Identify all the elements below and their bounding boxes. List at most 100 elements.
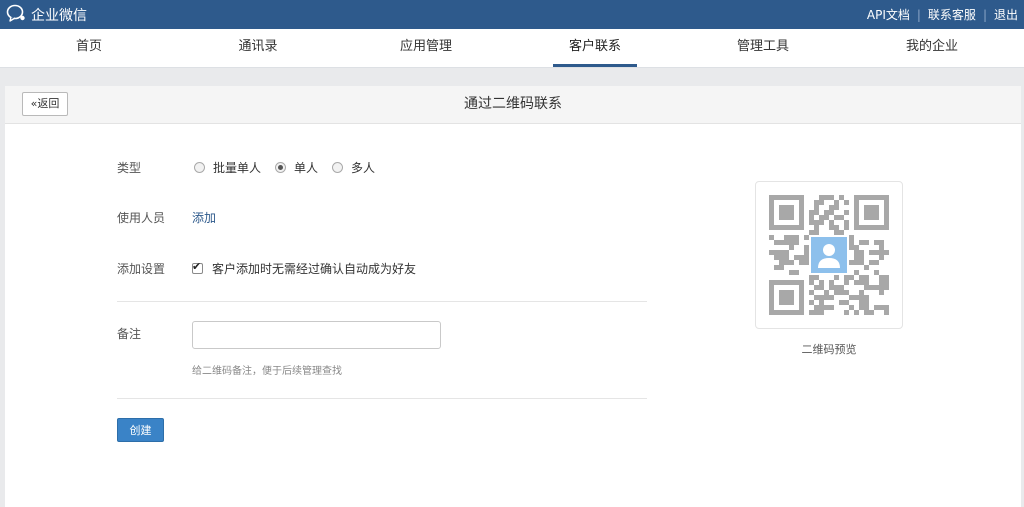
qr-module — [844, 300, 849, 305]
qr-module — [774, 255, 779, 260]
qr-module — [859, 290, 864, 295]
qr-module — [774, 250, 779, 255]
nav-tab-my-enterprise[interactable]: 我的企业 — [890, 29, 974, 67]
radio-batch-single-label[interactable]: 批量单人 — [213, 159, 261, 176]
note-input[interactable] — [192, 321, 441, 349]
qr-module — [844, 200, 849, 205]
top-link-divider: | — [916, 7, 921, 22]
qr-module — [854, 295, 859, 300]
qr-module — [869, 260, 874, 265]
qr-module — [849, 240, 854, 245]
create-button[interactable]: 创建 — [117, 418, 164, 442]
qr-module — [794, 255, 799, 260]
page-title: 通过二维码联系 — [464, 96, 562, 112]
qr-module — [819, 310, 824, 315]
radio-multiple-label[interactable]: 多人 — [351, 159, 375, 176]
radio-multiple[interactable] — [332, 162, 344, 173]
qr-module — [884, 310, 889, 315]
nav-tab-apps[interactable]: 应用管理 — [384, 29, 468, 67]
radio-batch-single[interactable] — [194, 162, 205, 173]
qr-module — [829, 305, 834, 310]
qr-module — [834, 285, 839, 290]
qr-module — [844, 275, 849, 280]
main-nav: 首页 通讯录 应用管理 客户联系 管理工具 我的企业 — [0, 29, 1024, 68]
qr-module — [859, 280, 864, 285]
qr-module — [874, 285, 879, 290]
qr-module — [819, 285, 824, 290]
qr-module — [859, 275, 864, 280]
qr-module — [824, 290, 829, 295]
qr-module — [809, 290, 814, 295]
qr-module — [869, 250, 874, 255]
qr-module — [774, 240, 779, 245]
top-links: API文档 | 联系客服 | 退出 — [867, 0, 1018, 29]
qr-module — [864, 305, 869, 310]
qr-module — [824, 210, 829, 215]
chat-bubbles-icon — [6, 4, 26, 26]
qr-module — [859, 305, 864, 310]
qr-code-image — [769, 195, 889, 315]
auto-accept-option: ✔ 客户添加时无需经过确认自动成为好友 — [192, 260, 416, 277]
qr-module — [819, 300, 824, 305]
auto-accept-label[interactable]: 客户添加时无需经过确认自动成为好友 — [212, 260, 416, 277]
qr-module — [879, 245, 884, 250]
radio-single-label[interactable]: 单人 — [294, 159, 318, 176]
qr-module — [814, 230, 819, 235]
nav-tab-contacts[interactable]: 通讯录 — [216, 29, 300, 67]
radio-single[interactable] — [275, 162, 287, 173]
qr-module — [784, 235, 789, 240]
qr-module — [874, 260, 879, 265]
qr-finder-pattern — [864, 205, 879, 220]
qr-module — [854, 250, 859, 255]
qr-module — [809, 310, 814, 315]
form-divider — [117, 398, 647, 399]
qr-module — [814, 200, 819, 205]
qr-module — [854, 255, 859, 260]
qr-module — [884, 250, 889, 255]
qr-module — [849, 275, 854, 280]
qr-module — [874, 305, 879, 310]
qr-module — [834, 205, 839, 210]
qr-module — [814, 205, 819, 210]
content-panel: 通过二维码联系 «返回 类型 批量单人 单人 多人 使用人员 添加 添加设置 ✔… — [5, 86, 1021, 507]
qr-module — [769, 235, 774, 240]
qr-module — [834, 275, 839, 280]
qr-module — [864, 275, 869, 280]
qr-module — [829, 205, 834, 210]
qr-module — [884, 275, 889, 280]
qr-module — [829, 220, 834, 225]
nav-tab-management-tools[interactable]: 管理工具 — [721, 29, 805, 67]
qr-module — [879, 285, 884, 290]
qr-module — [809, 230, 814, 235]
api-docs-link[interactable]: API文档 — [867, 6, 910, 23]
nav-tab-home[interactable]: 首页 — [47, 29, 131, 67]
contact-support-link[interactable]: 联系客服 — [928, 6, 976, 23]
qr-module — [804, 260, 809, 265]
app-logo[interactable]: 企业微信 — [6, 4, 87, 26]
qr-module — [829, 280, 834, 285]
auto-accept-checkbox[interactable]: ✔ — [192, 260, 203, 274]
qr-module — [814, 295, 819, 300]
qr-module — [809, 300, 814, 305]
note-hint: 给二维码备注，便于后续管理查找 — [192, 366, 342, 377]
qr-module — [769, 250, 774, 255]
qr-module — [859, 300, 864, 305]
qr-module — [819, 295, 824, 300]
type-radio-group: 批量单人 单人 多人 — [194, 159, 389, 176]
qr-module — [854, 280, 859, 285]
form-divider — [117, 301, 647, 302]
qr-module — [829, 285, 834, 290]
qr-module — [794, 270, 799, 275]
qr-module — [789, 235, 794, 240]
nav-tab-customer-contact[interactable]: 客户联系 — [553, 29, 637, 67]
qr-module — [844, 280, 849, 285]
qr-module — [789, 245, 794, 250]
qr-module — [839, 285, 844, 290]
back-button[interactable]: «返回 — [22, 92, 68, 116]
qr-module — [884, 280, 889, 285]
logout-link[interactable]: 退出 — [994, 6, 1018, 23]
qr-module — [799, 260, 804, 265]
qr-module — [794, 235, 799, 240]
qr-module — [844, 210, 849, 215]
add-member-link[interactable]: 添加 — [192, 209, 216, 226]
